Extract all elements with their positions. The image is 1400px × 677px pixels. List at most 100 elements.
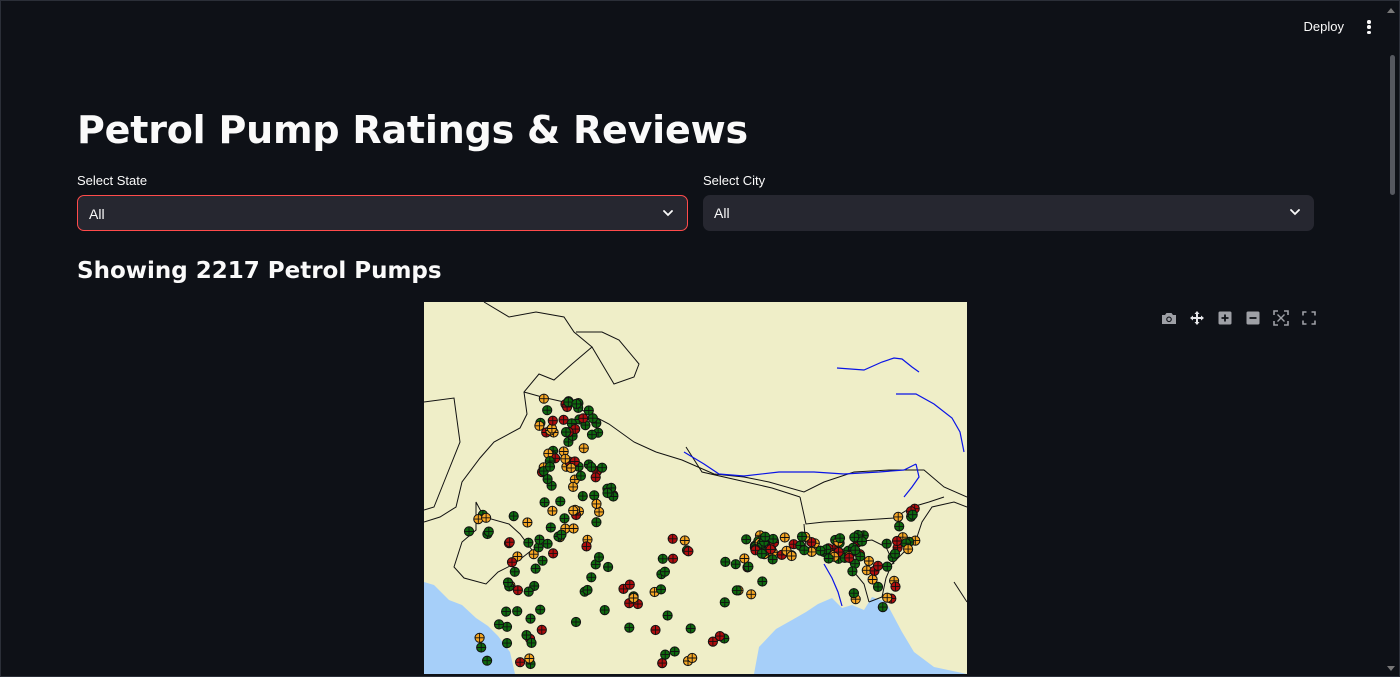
pump-marker[interactable] <box>624 622 635 633</box>
pump-marker[interactable] <box>568 481 579 492</box>
pump-marker[interactable] <box>650 624 661 636</box>
pump-marker[interactable] <box>685 623 696 634</box>
pump-marker[interactable] <box>555 496 566 507</box>
pump-marker[interactable] <box>548 548 559 559</box>
pump-marker[interactable] <box>534 534 545 545</box>
pump-marker[interactable] <box>547 415 558 426</box>
pump-marker[interactable] <box>881 538 892 549</box>
pump-marker[interactable] <box>502 577 514 588</box>
pump-marker[interactable] <box>483 526 494 537</box>
pump-marker[interactable] <box>559 513 570 524</box>
pump-marker[interactable] <box>501 606 512 617</box>
pump-marker[interactable] <box>746 589 757 600</box>
pump-marker[interactable] <box>847 566 858 577</box>
pump-marker[interactable] <box>534 420 545 431</box>
pump-marker[interactable] <box>786 550 797 562</box>
pump-marker[interactable] <box>571 398 582 410</box>
pump-marker[interactable] <box>877 602 888 613</box>
pump-marker[interactable] <box>582 584 593 596</box>
pump-marker[interactable] <box>903 544 914 555</box>
scroll-down-arrow[interactable] <box>1387 666 1395 671</box>
pump-marker[interactable] <box>542 474 553 485</box>
pump-marker[interactable] <box>669 646 680 657</box>
pump-marker[interactable] <box>525 613 536 624</box>
pump-marker[interactable] <box>719 597 730 608</box>
pump-marker[interactable] <box>586 429 598 440</box>
pump-marker[interactable] <box>577 491 588 502</box>
pump-marker[interactable] <box>481 512 492 523</box>
pump-marker[interactable] <box>524 653 535 664</box>
pump-marker[interactable] <box>508 511 519 522</box>
pump-marker[interactable] <box>578 443 589 454</box>
pump-marker[interactable] <box>730 559 741 570</box>
pump-marker[interactable] <box>523 586 534 597</box>
pump-marker[interactable] <box>523 537 534 548</box>
pump-marker[interactable] <box>657 553 668 564</box>
scroll-up-arrow[interactable] <box>1387 8 1395 13</box>
pump-marker[interactable] <box>463 526 475 537</box>
pump-marker[interactable] <box>501 638 513 649</box>
pump-marker[interactable] <box>624 579 635 590</box>
pump-marker[interactable] <box>714 631 725 642</box>
pump-marker[interactable] <box>655 584 667 595</box>
pump-marker[interactable] <box>765 544 776 555</box>
pump-marker[interactable] <box>539 497 550 508</box>
pump-marker[interactable] <box>530 563 541 574</box>
pump-marker[interactable] <box>583 405 594 416</box>
pump-marker[interactable] <box>667 533 678 544</box>
pump-marker[interactable] <box>593 552 605 563</box>
autoscale-icon[interactable] <box>1272 310 1290 326</box>
pump-marker[interactable] <box>834 533 846 544</box>
pump-marker[interactable] <box>560 453 571 464</box>
pump-marker[interactable] <box>578 413 589 424</box>
pump-marker[interactable] <box>515 657 526 668</box>
pump-marker[interactable] <box>760 531 771 542</box>
pump-marker[interactable] <box>506 557 518 568</box>
pump-marker[interactable] <box>537 555 548 566</box>
pump-marker[interactable] <box>720 556 731 567</box>
pump-marker[interactable] <box>586 462 597 473</box>
pump-marker[interactable] <box>891 535 903 547</box>
pump-marker[interactable] <box>844 552 855 563</box>
pump-marker[interactable] <box>545 522 556 533</box>
scrollbar-thumb[interactable] <box>1390 55 1395 195</box>
pump-marker[interactable] <box>907 509 918 520</box>
pump-marker[interactable] <box>741 534 752 545</box>
pump-marker[interactable] <box>603 561 614 573</box>
pump-map[interactable] <box>424 302 967 674</box>
deploy-button[interactable]: Deploy <box>1304 19 1344 34</box>
pump-marker[interactable] <box>504 537 515 548</box>
pump-marker[interactable] <box>566 462 577 474</box>
pump-marker[interactable] <box>687 652 698 664</box>
pump-marker[interactable] <box>849 532 860 543</box>
pump-marker[interactable] <box>544 461 556 472</box>
pump-marker[interactable] <box>757 576 768 587</box>
pump-marker[interactable] <box>591 498 602 509</box>
pump-marker[interactable] <box>547 505 558 516</box>
pump-marker[interactable] <box>863 555 874 567</box>
pump-marker[interactable] <box>568 505 579 516</box>
pump-marker[interactable] <box>848 588 859 599</box>
pump-marker[interactable] <box>796 531 808 542</box>
pump-marker[interactable] <box>890 581 901 592</box>
pump-marker[interactable] <box>743 561 754 572</box>
pan-icon[interactable] <box>1188 310 1206 326</box>
pump-marker[interactable] <box>509 566 520 577</box>
pump-marker[interactable] <box>512 606 523 617</box>
pump-marker[interactable] <box>679 535 690 546</box>
pump-marker[interactable] <box>599 605 610 616</box>
map-canvas[interactable] <box>424 302 967 674</box>
zoom-out-icon[interactable] <box>1244 310 1262 326</box>
pump-marker[interactable] <box>586 572 597 583</box>
pump-marker[interactable] <box>662 610 673 621</box>
pump-marker[interactable] <box>570 616 582 628</box>
pump-marker[interactable] <box>535 604 546 615</box>
pump-marker[interactable] <box>602 487 613 499</box>
pump-marker[interactable] <box>872 560 884 571</box>
zoom-in-icon[interactable] <box>1216 310 1234 326</box>
pump-marker[interactable] <box>522 517 533 528</box>
pump-marker[interactable] <box>799 545 810 556</box>
pump-marker[interactable] <box>657 658 668 669</box>
pump-marker[interactable] <box>526 637 537 648</box>
pump-marker[interactable] <box>660 649 671 660</box>
